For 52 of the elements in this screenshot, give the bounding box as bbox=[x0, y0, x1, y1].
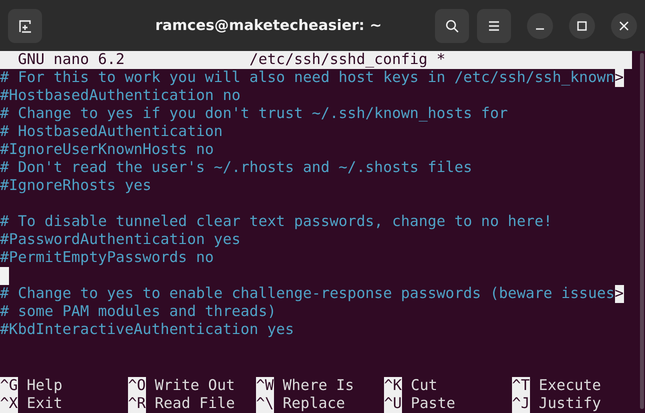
close-button[interactable] bbox=[611, 12, 637, 38]
shortcut-key: ^U bbox=[384, 395, 402, 413]
shortcut-label: Cut bbox=[410, 377, 438, 395]
config-line: #KbdInteractiveAuthentication yes bbox=[0, 321, 294, 339]
shortcut-key: ^K bbox=[384, 377, 402, 395]
text-cursor bbox=[0, 267, 9, 285]
shortcut-key: ^O bbox=[128, 377, 146, 395]
config-line: #IgnoreUserKnownHosts no bbox=[0, 141, 214, 159]
config-line: # To disable tunneled clear text passwords, change to no here! bbox=[0, 213, 552, 231]
nano-version: GNU nano 6.2 bbox=[16, 51, 126, 69]
search-button[interactable] bbox=[435, 8, 469, 42]
menu-button[interactable] bbox=[477, 8, 511, 42]
config-line: # Change to yes if you don't trust ~/.ssh/known_hosts for bbox=[0, 105, 508, 123]
config-line: #HostbasedAuthentication no bbox=[0, 87, 241, 105]
shortcut-key: ^X bbox=[0, 395, 18, 413]
shortcut-key: ^G bbox=[0, 377, 18, 395]
search-icon bbox=[445, 18, 459, 32]
shortcut-key: ^R bbox=[128, 395, 146, 413]
config-line: # For this to work you will also need host keys in /etc/ssh/ssh_known bbox=[0, 69, 615, 87]
shortcut-label: Execute bbox=[538, 377, 602, 395]
shortcut-label: Replace bbox=[282, 395, 346, 413]
shortcut-label: Write Out bbox=[154, 377, 235, 395]
minimize-icon bbox=[535, 28, 545, 30]
shortcut-key: ^J bbox=[512, 395, 530, 413]
new-tab-button[interactable] bbox=[8, 8, 42, 42]
shortcut-key: ^\ bbox=[256, 395, 274, 413]
overflow-marker: > bbox=[614, 285, 624, 303]
config-line: # some PAM modules and threads) bbox=[0, 303, 276, 321]
shortcut-label: Read File bbox=[154, 395, 235, 413]
shortcut-key: ^T bbox=[512, 377, 530, 395]
shortcut-label: Exit bbox=[26, 395, 62, 413]
config-line: # HostbasedAuthentication bbox=[0, 123, 223, 141]
window-title: ramces@maketecheasier: ~ bbox=[154, 18, 383, 34]
config-line: # Don't read the user's ~/.rhosts and ~/.shosts files bbox=[0, 159, 472, 177]
shortcut-label: Help bbox=[26, 377, 62, 395]
scrollbar[interactable] bbox=[640, 53, 644, 409]
shortcut-label: Paste bbox=[410, 395, 456, 413]
new-tab-icon bbox=[18, 18, 32, 32]
maximize-icon bbox=[575, 18, 589, 32]
maximize-button[interactable] bbox=[569, 12, 595, 38]
config-line: # Change to yes to enable challenge-response passwords (beware issues bbox=[0, 285, 615, 303]
overflow-marker: > bbox=[614, 69, 624, 87]
menu-icon bbox=[487, 18, 501, 32]
shortcut-label: Justify bbox=[538, 395, 602, 413]
shortcut-label: Where Is bbox=[282, 377, 354, 395]
shortcut-key: ^W bbox=[256, 377, 274, 395]
config-line: #IgnoreRhosts yes bbox=[0, 177, 152, 195]
minimize-button[interactable] bbox=[527, 12, 553, 38]
config-line: #PasswordAuthentication yes bbox=[0, 231, 241, 249]
file-name: /etc/ssh/sshd_config * bbox=[249, 51, 446, 69]
close-icon bbox=[617, 18, 631, 32]
config-line: #PermitEmptyPasswords no bbox=[0, 249, 214, 267]
